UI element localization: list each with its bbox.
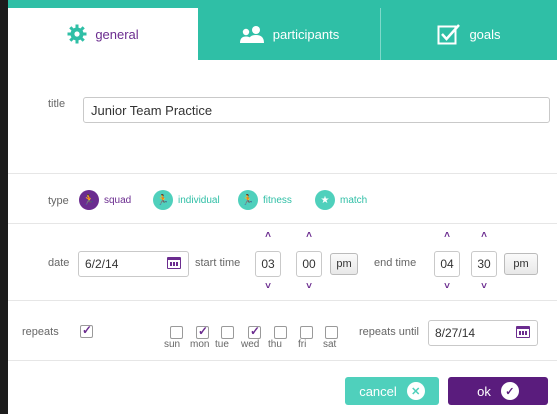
tab-general-label: general: [95, 26, 139, 42]
day-label-sat: sat: [323, 339, 337, 350]
day-label-sun: sun: [164, 339, 181, 350]
start-minute-up-chevron-icon[interactable]: ˄: [302, 230, 316, 241]
start-minute-down-chevron-icon[interactable]: ˅: [302, 281, 316, 292]
runner-icon: 🏃: [153, 190, 173, 210]
fitness-runner-icon: 🏃: [238, 190, 258, 210]
type-label: type: [48, 195, 69, 207]
end-hour-up-chevron-icon[interactable]: ˄: [440, 230, 454, 241]
end-time-label: end time: [374, 257, 417, 269]
cancel-button-label: cancel: [359, 383, 397, 399]
type-option-individual[interactable]: 🏃 individual: [153, 190, 220, 210]
start-hour-up-chevron-icon[interactable]: ˄: [261, 230, 275, 241]
divider: [8, 223, 557, 224]
divider: [8, 300, 557, 301]
end-ampm-button[interactable]: pm: [504, 253, 538, 275]
checkmark-icon: ✓: [500, 382, 519, 400]
day-checkbox-tue[interactable]: [221, 326, 234, 339]
title-input[interactable]: [83, 97, 550, 123]
cancel-button[interactable]: cancel ✕: [345, 377, 439, 405]
end-hour-field[interactable]: 04: [434, 251, 460, 277]
tab-general[interactable]: general: [8, 8, 198, 60]
day-label-tue: tue: [215, 339, 229, 350]
type-option-match[interactable]: ★ match: [315, 190, 367, 210]
day-checkbox-mon[interactable]: [196, 324, 209, 339]
type-option-label: match: [340, 194, 368, 206]
event-dialog: general participants goals title Junior …: [8, 0, 557, 414]
day-checkbox-wed[interactable]: [248, 324, 261, 339]
calendar-icon[interactable]: [167, 257, 181, 269]
title-label: title: [48, 98, 66, 110]
type-option-squad[interactable]: 🏃 squad: [79, 190, 131, 210]
divider: [8, 173, 557, 174]
medal-icon: ★: [315, 190, 335, 210]
start-minute-field[interactable]: 00: [296, 251, 322, 277]
repeats-label: repeats: [22, 326, 59, 338]
tab-participants[interactable]: participants: [198, 8, 381, 60]
day-label-thu: thu: [268, 339, 282, 350]
tab-participants-label: participants: [272, 26, 340, 42]
tab-goals-label: goals: [469, 26, 501, 42]
close-icon: ✕: [406, 382, 425, 400]
date-value: 6/2/14: [85, 257, 119, 271]
divider: [8, 360, 557, 361]
date-label: date: [48, 257, 70, 269]
checkbox-icon: [437, 23, 461, 45]
calendar-icon[interactable]: [516, 326, 530, 338]
type-option-label: individual: [178, 194, 220, 206]
day-checkbox-sun[interactable]: [170, 326, 183, 339]
ok-button[interactable]: ok ✓: [448, 377, 548, 405]
ok-button-label: ok: [477, 383, 491, 399]
end-minute-field[interactable]: 30: [471, 251, 497, 277]
tab-goals[interactable]: goals: [381, 8, 557, 60]
day-checkbox-thu[interactable]: [274, 326, 287, 339]
day-label-mon: mon: [190, 339, 210, 350]
end-hour-down-chevron-icon[interactable]: ˅: [440, 281, 454, 292]
start-ampm-button[interactable]: pm: [330, 253, 358, 275]
type-option-label: fitness: [263, 194, 292, 206]
day-checkbox-sat[interactable]: [325, 326, 338, 339]
people-icon: [239, 25, 265, 43]
type-option-fitness[interactable]: 🏃 fitness: [238, 190, 292, 210]
end-minute-down-chevron-icon[interactable]: ˅: [477, 281, 491, 292]
type-option-label: squad: [104, 194, 132, 206]
runners-icon: 🏃: [79, 190, 99, 210]
start-hour-down-chevron-icon[interactable]: ˅: [261, 281, 275, 292]
day-label-wed: wed: [241, 339, 260, 350]
tab-bar: general participants goals: [8, 8, 557, 60]
day-checkbox-fri[interactable]: [300, 326, 313, 339]
repeats-until-label: repeats until: [359, 326, 419, 338]
repeats-until-value: 8/27/14: [435, 326, 476, 340]
gear-icon: [67, 24, 87, 44]
day-label-fri: fri: [298, 339, 307, 350]
start-hour-field[interactable]: 03: [255, 251, 281, 277]
start-time-label: start time: [195, 257, 241, 269]
end-minute-up-chevron-icon[interactable]: ˄: [477, 230, 491, 241]
repeats-checkbox[interactable]: [80, 323, 93, 338]
